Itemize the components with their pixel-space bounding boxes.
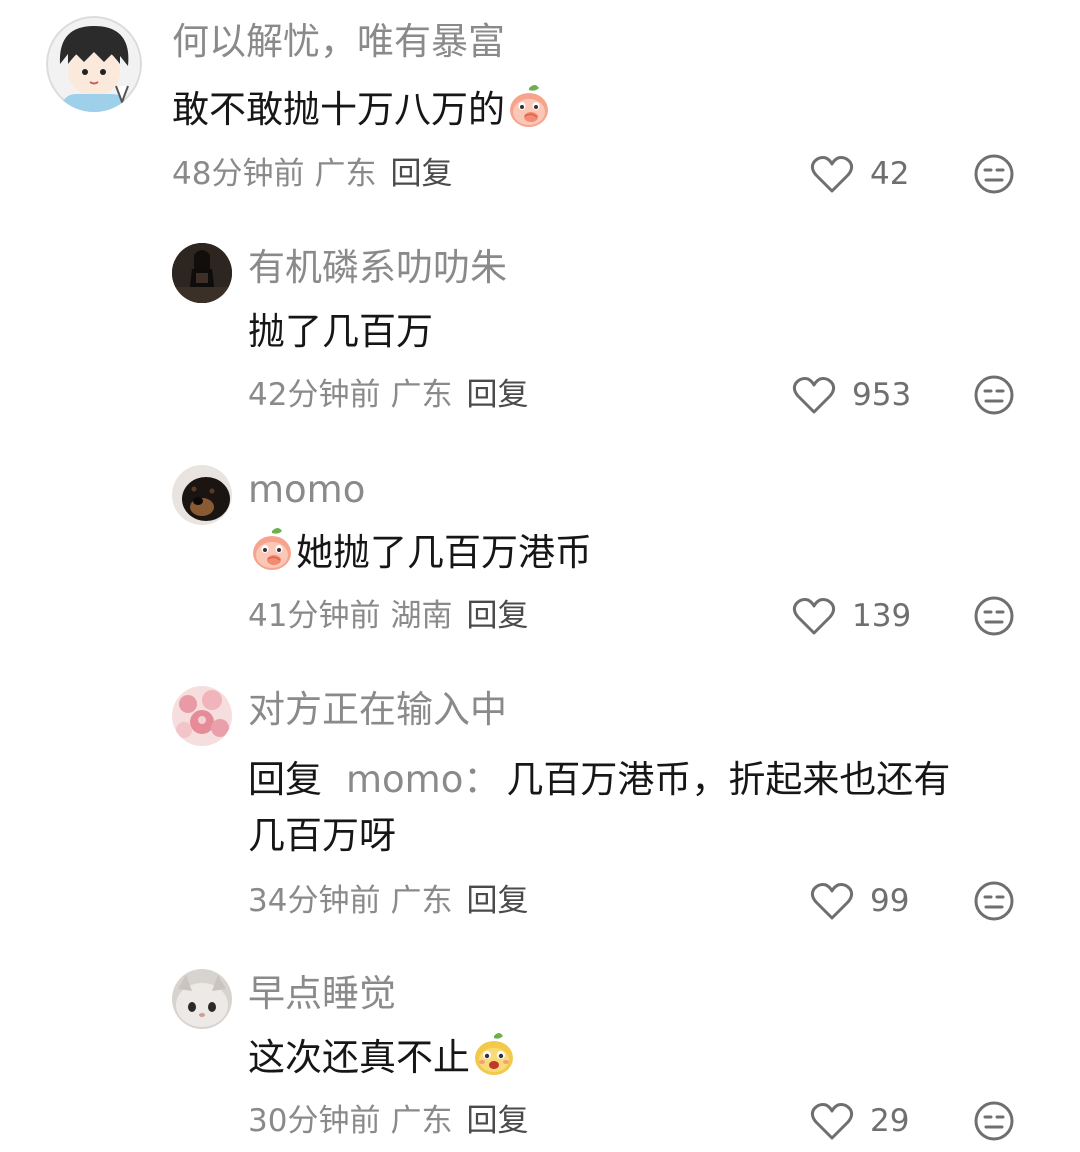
mention-link[interactable]: momo：	[346, 758, 500, 801]
comment-meta: 30分钟前 广东 回复	[248, 1101, 528, 1141]
dislike-button[interactable]	[974, 375, 1014, 415]
reply-button[interactable]: 回复	[466, 377, 528, 413]
avatar[interactable]	[172, 243, 232, 303]
comment-location: 广东	[390, 883, 453, 919]
avatar[interactable]	[172, 969, 232, 1029]
comment-text-line2: 几百万呀	[248, 808, 396, 864]
comment-username[interactable]: momo	[248, 466, 365, 514]
comment-location: 广东	[314, 156, 377, 192]
comment-time: 41分钟前	[248, 598, 381, 634]
avatar[interactable]	[172, 686, 232, 746]
heart-outline-icon	[792, 375, 836, 415]
comment-time: 30分钟前	[248, 1103, 381, 1139]
comment-username[interactable]: 有机磷系叻叻朱	[248, 244, 507, 292]
reply-button[interactable]: 回复	[466, 883, 528, 919]
reply-button[interactable]: 回复	[466, 1103, 528, 1139]
like-count: 953	[852, 377, 912, 413]
meh-face-icon	[974, 596, 1014, 636]
comment-text: 这次还真不止	[248, 1030, 518, 1086]
like-count: 42	[870, 156, 910, 192]
yellow-blob-emoji-icon	[470, 1030, 518, 1078]
heart-outline-icon	[810, 154, 854, 194]
comment-time: 34分钟前	[248, 883, 381, 919]
dislike-button[interactable]	[974, 1101, 1014, 1141]
peach-covering-mouth-emoji-icon	[505, 82, 553, 130]
like-button[interactable]: 42	[810, 154, 909, 194]
comment-location: 广东	[390, 1103, 453, 1139]
comment-text: 敢不敢抛十万八万的	[172, 82, 553, 138]
comment-text-content: 敢不敢抛十万八万的	[172, 88, 505, 131]
heart-outline-icon	[810, 1101, 854, 1141]
like-button[interactable]: 953	[792, 375, 911, 415]
comment-meta: 41分钟前 湖南 回复	[248, 596, 528, 636]
comment-meta: 48分钟前 广东 回复	[172, 154, 452, 194]
like-button[interactable]: 139	[792, 596, 911, 636]
comment-text-content: 这次还真不止	[248, 1036, 470, 1079]
comment-time: 42分钟前	[248, 377, 381, 413]
like-count: 29	[870, 1103, 910, 1139]
like-button[interactable]: 99	[810, 881, 909, 921]
comment-username[interactable]: 何以解忧，唯有暴富	[172, 18, 505, 66]
reply-button[interactable]: 回复	[390, 156, 452, 192]
like-count: 99	[870, 883, 910, 919]
comment-meta: 42分钟前 广东 回复	[248, 375, 528, 415]
meh-face-icon	[974, 154, 1014, 194]
reply-button[interactable]: 回复	[466, 598, 528, 634]
avatar[interactable]	[46, 16, 142, 112]
comment-text-content: 几百万呀	[248, 814, 396, 857]
comment-text: 回复 momo： 几百万港币，折起来也还有	[248, 752, 950, 808]
comment-text-content: 几百万港币，折起来也还有	[506, 758, 951, 801]
comment-time: 48分钟前	[172, 156, 305, 192]
peach-covering-mouth-emoji-icon	[248, 525, 296, 573]
comment-username[interactable]: 早点睡觉	[248, 970, 396, 1018]
heart-outline-icon	[810, 881, 854, 921]
dislike-button[interactable]	[974, 154, 1014, 194]
comment-text: 她抛了几百万港币	[248, 525, 592, 581]
avatar[interactable]	[172, 465, 232, 525]
comment-text-content: 她抛了几百万港币	[296, 531, 592, 574]
comment-text: 抛了几百万	[248, 304, 433, 360]
heart-outline-icon	[792, 596, 836, 636]
meh-face-icon	[974, 1101, 1014, 1141]
comment-text-content: 抛了几百万	[248, 310, 433, 353]
meh-face-icon	[974, 375, 1014, 415]
like-count: 139	[852, 598, 912, 634]
meh-face-icon	[974, 881, 1014, 921]
comment-location: 广东	[390, 377, 453, 413]
dislike-button[interactable]	[974, 596, 1014, 636]
reply-prefix: 回复	[248, 758, 322, 801]
dislike-button[interactable]	[974, 881, 1014, 921]
like-button[interactable]: 29	[810, 1101, 909, 1141]
comment-location: 湖南	[390, 598, 453, 634]
comment-username[interactable]: 对方正在输入中	[248, 686, 507, 734]
comment-meta: 34分钟前 广东 回复	[248, 881, 528, 921]
